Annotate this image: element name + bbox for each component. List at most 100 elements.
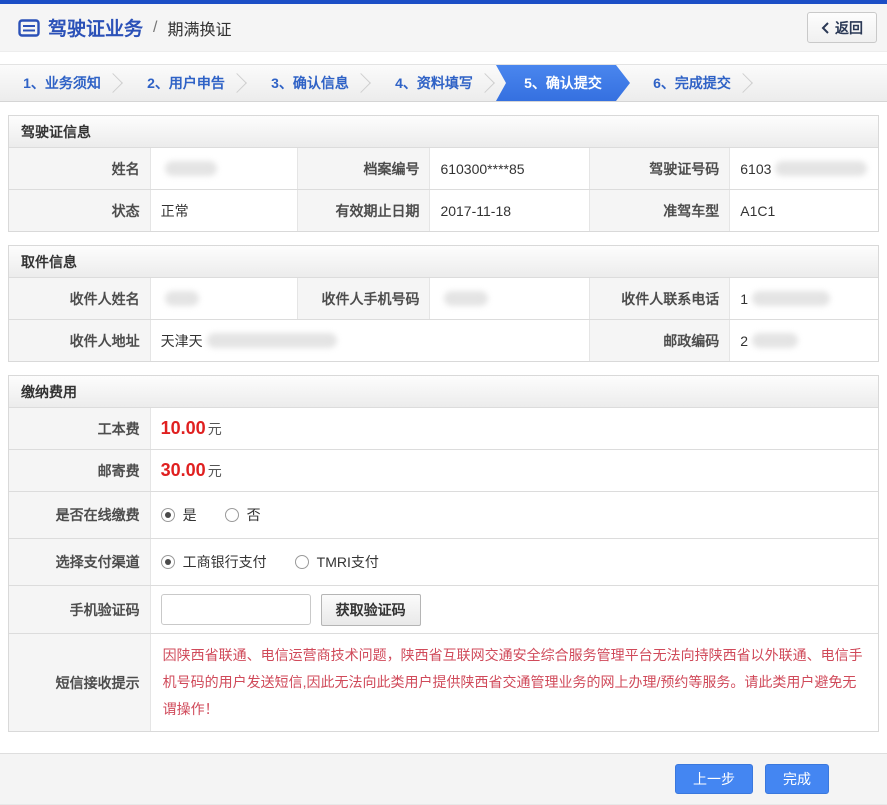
table-row: 姓名 档案编号 610300****85 驾驶证号码 6103 xyxy=(9,147,878,189)
postage-fee-label: 邮寄费 xyxy=(9,450,151,491)
file-number-label: 档案编号 xyxy=(297,148,431,189)
zip-code-value: 2 xyxy=(730,320,878,361)
license-section-title: 驾驶证信息 xyxy=(9,116,878,147)
previous-step-button[interactable]: 上一步 xyxy=(675,764,753,794)
radio-unselected-icon[interactable] xyxy=(224,508,239,522)
redacted-text xyxy=(752,333,799,348)
step-tab-2[interactable]: 2、用户申告 xyxy=(124,65,248,101)
recipient-mobile-label: 收件人手机号码 xyxy=(297,278,431,319)
payment-channel-label: 选择支付渠道 xyxy=(9,539,151,585)
sms-notice-label: 短信接收提示 xyxy=(9,634,151,731)
online-payment-options: 是 否 xyxy=(150,492,878,538)
redacted-text xyxy=(164,161,217,176)
recipient-mobile-value xyxy=(430,278,591,319)
step-label: 1、业务须知 xyxy=(23,75,101,91)
recipient-address-value: 天津天 xyxy=(150,320,591,361)
step-label: 4、资料填写 xyxy=(395,75,473,91)
table-row: 收件人地址 天津天 邮政编码 2 xyxy=(9,319,878,361)
back-button-label: 返回 xyxy=(835,19,863,36)
currency-unit: 元 xyxy=(207,420,222,437)
name-label: 姓名 xyxy=(9,148,151,189)
page-header: 驾驶证业务 / 期满换证 返回 xyxy=(0,4,887,52)
get-sms-code-button[interactable]: 获取验证码 xyxy=(320,593,421,626)
table-row: 短信接收提示 因陕西省联通、电信运营商技术问题，陕西省互联网交通安全综合服务管理… xyxy=(9,633,878,731)
step-tab-3[interactable]: 3、确认信息 xyxy=(248,65,372,101)
redacted-text xyxy=(775,161,868,176)
radio-option-tmri[interactable]: TMRI支付 xyxy=(294,552,379,572)
table-row: 邮寄费 30.00 元 xyxy=(9,449,878,491)
file-number-value: 610300****85 xyxy=(430,148,591,189)
recipient-name-value xyxy=(150,278,298,319)
redacted-text xyxy=(206,333,337,348)
radio-option-yes[interactable]: 是 xyxy=(160,505,197,525)
recipient-name-label: 收件人姓名 xyxy=(9,278,151,319)
radio-unselected-icon[interactable] xyxy=(294,555,309,569)
step-tab-4[interactable]: 4、资料填写 xyxy=(372,65,496,101)
step-label: 3、确认信息 xyxy=(271,75,349,91)
license-number-value: 6103 xyxy=(730,148,878,189)
sms-code-input[interactable] xyxy=(160,594,311,625)
production-cost-label: 工本费 xyxy=(9,408,151,449)
breadcrumb: 驾驶证业务 / 期满换证 xyxy=(18,14,231,41)
wizard-steps: 1、业务须知 2、用户申告 3、确认信息 4、资料填写 5、确认提交 6、完成提… xyxy=(0,64,887,102)
table-row: 工本费 10.00 元 xyxy=(9,407,878,449)
pickup-info-section: 取件信息 收件人姓名 收件人手机号码 收件人联系电话 1 收件人地址 天津天 邮… xyxy=(8,245,879,362)
table-row: 是否在线缴费 是 否 xyxy=(9,491,878,538)
page-subtitle: 期满换证 xyxy=(167,21,232,39)
radio-label: TMRI支付 xyxy=(316,554,379,570)
license-info-section: 驾驶证信息 姓名 档案编号 610300****85 驾驶证号码 6103 状态… xyxy=(8,115,879,232)
table-row: 选择支付渠道 工商银行支付 TMRI支付 xyxy=(9,538,878,585)
sms-notice-cell: 因陕西省联通、电信运营商技术问题，陕西省互联网交通安全综合服务管理平台无法向持陕… xyxy=(150,634,878,731)
step-label: 5、确认提交 xyxy=(524,75,602,91)
step-tab-1[interactable]: 1、业务须知 xyxy=(0,65,124,101)
payment-channel-options: 工商银行支付 TMRI支付 xyxy=(150,539,878,585)
footer-action-bar: 上一步 完成 xyxy=(0,753,887,805)
fees-section-title: 缴纳费用 xyxy=(9,376,878,407)
radio-label: 是 xyxy=(182,507,197,523)
radio-option-no[interactable]: 否 xyxy=(224,505,261,525)
back-button[interactable]: 返回 xyxy=(807,12,877,43)
chevron-left-icon xyxy=(821,21,829,34)
sms-code-field: 获取验证码 xyxy=(150,586,878,633)
redacted-text xyxy=(752,291,831,306)
sms-notice-text: 因陕西省联通、电信运营商技术问题，陕西省互联网交通安全综合服务管理平台无法向持陕… xyxy=(162,647,863,717)
redacted-text xyxy=(444,291,489,306)
table-row: 收件人姓名 收件人手机号码 收件人联系电话 1 xyxy=(9,277,878,319)
zip-code-label: 邮政编码 xyxy=(590,320,731,361)
status-value: 正常 xyxy=(150,190,298,231)
step-label: 6、完成提交 xyxy=(653,75,731,91)
recipient-phone-label: 收件人联系电话 xyxy=(590,278,731,319)
radio-selected-icon[interactable] xyxy=(160,508,175,522)
table-row: 状态 正常 有效期止日期 2017-11-18 准驾车型 A1C1 xyxy=(9,189,878,231)
production-cost-value: 10.00 元 xyxy=(150,408,878,449)
online-payment-label: 是否在线缴费 xyxy=(9,492,151,538)
name-value xyxy=(150,148,298,189)
step-tab-6[interactable]: 6、完成提交 xyxy=(630,65,754,101)
vehicle-class-label: 准驾车型 xyxy=(590,190,731,231)
page-title: 驾驶证业务 xyxy=(48,19,144,40)
step-tab-5-active[interactable]: 5、确认提交 xyxy=(496,65,630,101)
pickup-section-title: 取件信息 xyxy=(9,246,878,277)
status-label: 状态 xyxy=(9,190,151,231)
fees-section: 缴纳费用 工本费 10.00元 邮寄费 30.00元 是否在线缴费 是 否 xyxy=(8,375,879,732)
table-row: 手机验证码 获取验证码 xyxy=(9,585,878,633)
radio-label: 否 xyxy=(246,507,261,523)
list-document-icon xyxy=(18,18,40,38)
recipient-phone-value: 1 xyxy=(730,278,878,319)
production-cost-amount: 10.00 xyxy=(160,418,206,438)
radio-option-icbc[interactable]: 工商银行支付 xyxy=(160,552,267,572)
postage-fee-amount: 30.00 xyxy=(160,460,206,480)
recipient-address-label: 收件人地址 xyxy=(9,320,151,361)
breadcrumb-separator: / xyxy=(153,18,158,36)
step-label: 2、用户申告 xyxy=(147,75,225,91)
radio-selected-icon[interactable] xyxy=(160,555,175,569)
postage-fee-value: 30.00 元 xyxy=(150,450,878,491)
vehicle-class-value: A1C1 xyxy=(730,190,878,231)
finish-button[interactable]: 完成 xyxy=(765,764,829,794)
redacted-text xyxy=(164,291,199,306)
radio-label: 工商银行支付 xyxy=(182,554,267,570)
sms-code-label: 手机验证码 xyxy=(9,586,151,633)
license-number-label: 驾驶证号码 xyxy=(590,148,731,189)
expiry-date-label: 有效期止日期 xyxy=(297,190,431,231)
expiry-date-value: 2017-11-18 xyxy=(430,190,591,231)
